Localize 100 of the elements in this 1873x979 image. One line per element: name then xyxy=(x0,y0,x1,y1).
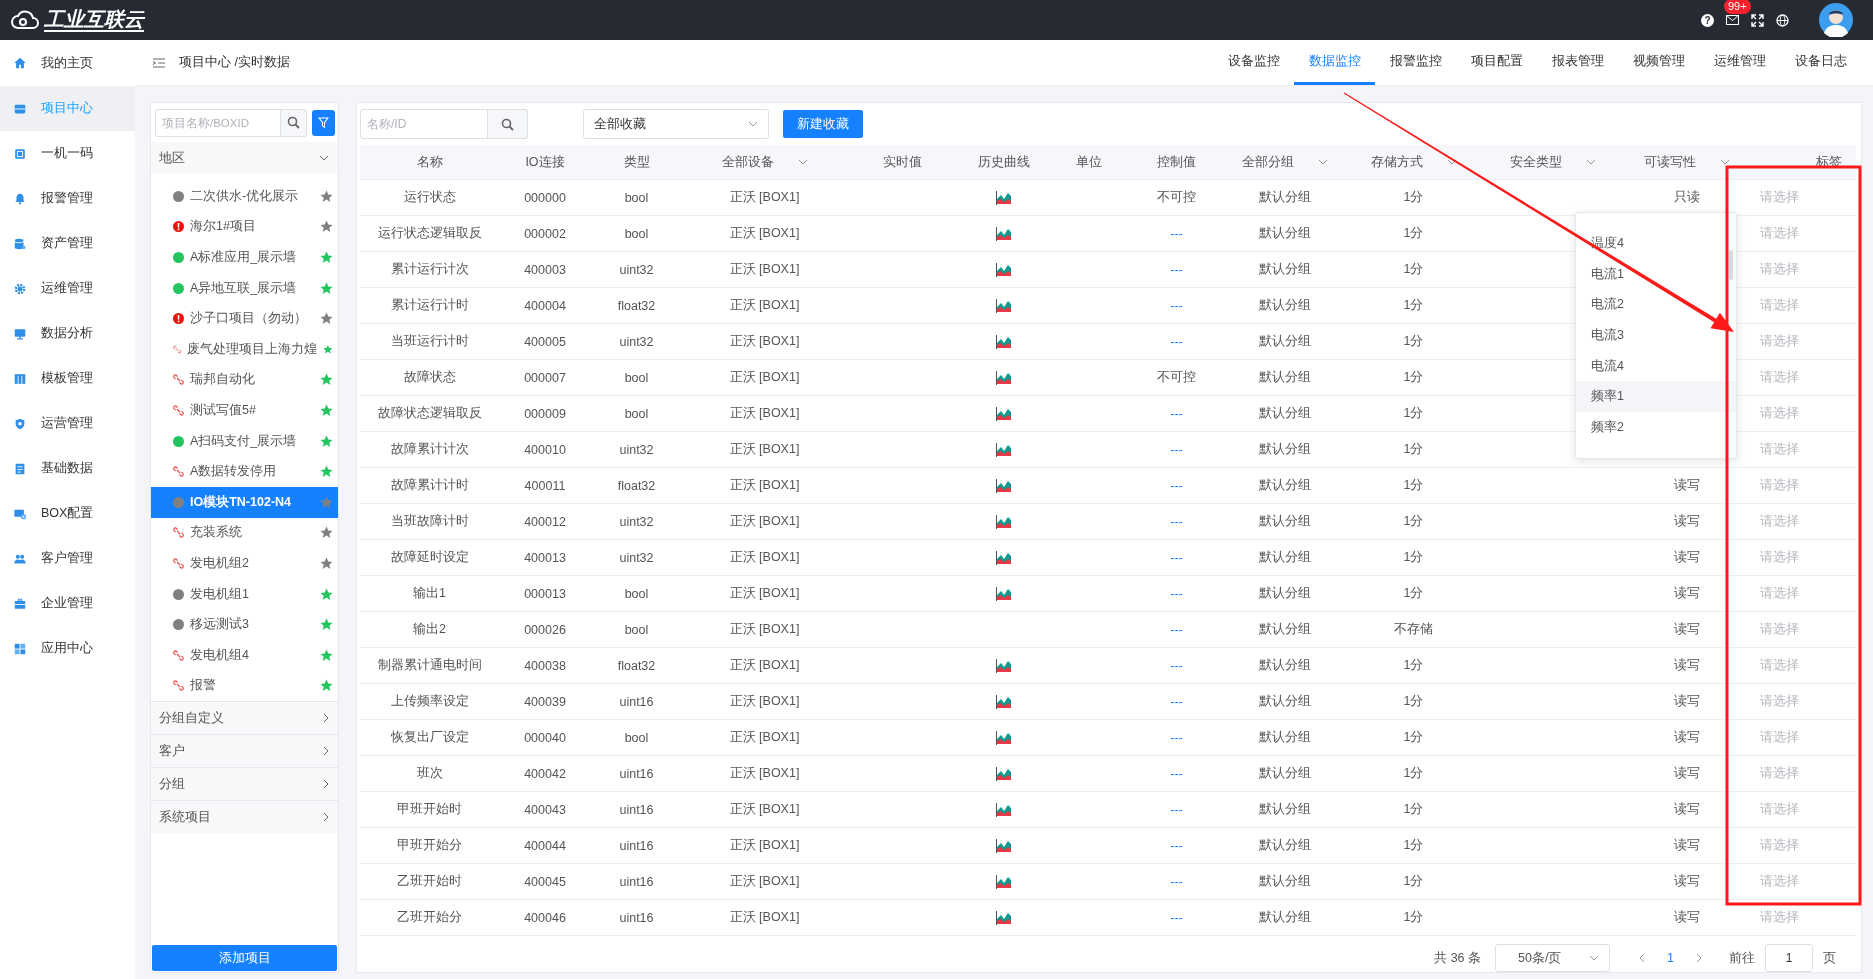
tab[interactable]: 视频管理 xyxy=(1618,40,1699,85)
control-link[interactable]: --- xyxy=(1170,802,1183,817)
area-chart-icon[interactable] xyxy=(996,910,1012,925)
name-search-field[interactable]: 名称/ID xyxy=(360,109,488,139)
control-link[interactable]: --- xyxy=(1170,694,1183,709)
control-link[interactable]: --- xyxy=(1170,550,1183,565)
area-chart-icon[interactable] xyxy=(996,802,1012,817)
project-item[interactable]: 瑞邦自动化 xyxy=(151,364,338,396)
avatar-icon[interactable] xyxy=(1819,3,1853,37)
project-item[interactable]: 废气处理项目上海力煌 xyxy=(151,333,338,365)
scrollbar-thumb[interactable] xyxy=(1729,250,1733,280)
nav-item[interactable]: 模板管理 xyxy=(0,356,135,401)
control-link[interactable]: --- xyxy=(1170,766,1183,781)
project-item[interactable]: 沙子口项目（勿动） xyxy=(151,303,338,334)
tab[interactable]: 报警监控 xyxy=(1375,40,1456,85)
nav-item[interactable]: 我的主页 xyxy=(0,40,135,86)
control-link[interactable]: --- xyxy=(1170,730,1183,745)
tab[interactable]: 设备日志 xyxy=(1780,40,1861,85)
control-link[interactable]: --- xyxy=(1170,514,1183,529)
group-header[interactable]: 分组 xyxy=(151,767,338,801)
star-icon[interactable] xyxy=(320,373,333,387)
project-item[interactable]: A异地互联_展示墙 xyxy=(151,272,338,304)
area-chart-icon[interactable] xyxy=(996,730,1012,745)
search-button[interactable] xyxy=(281,108,307,137)
chevron-down-icon[interactable] xyxy=(1719,159,1730,165)
project-item[interactable]: 发电机组4 xyxy=(151,639,338,671)
tab[interactable]: 设备监控 xyxy=(1213,40,1294,85)
tab[interactable]: 报表管理 xyxy=(1537,40,1618,85)
dropdown-option[interactable]: 频率1 xyxy=(1576,381,1736,413)
control-link[interactable]: --- xyxy=(1170,586,1183,601)
nav-item[interactable]: 资产管理 xyxy=(0,221,135,266)
project-item[interactable]: 二次供水-优化展示 xyxy=(151,181,338,212)
mail-icon[interactable] xyxy=(1726,15,1739,25)
control-link[interactable]: --- xyxy=(1170,442,1183,457)
nav-item[interactable]: BOX配置 xyxy=(0,491,135,536)
area-chart-icon[interactable] xyxy=(996,766,1012,781)
page-size-select[interactable]: 50条/页 xyxy=(1495,944,1611,972)
area-chart-icon[interactable] xyxy=(996,298,1012,313)
project-item[interactable]: A标准应用_展示墙 xyxy=(151,242,338,273)
area-chart-icon[interactable] xyxy=(996,190,1012,205)
new-favorite-button[interactable]: 新建收藏 xyxy=(783,110,863,138)
star-icon[interactable] xyxy=(320,648,333,662)
prev-page-icon[interactable] xyxy=(1638,953,1646,963)
project-item[interactable]: 发电机组1 xyxy=(151,578,338,610)
control-link[interactable]: --- xyxy=(1170,838,1183,853)
star-icon[interactable] xyxy=(320,251,333,264)
nav-item[interactable]: 一机一码 xyxy=(0,131,135,176)
area-chart-icon[interactable] xyxy=(996,406,1012,421)
star-icon[interactable] xyxy=(320,526,333,540)
tab[interactable]: 项目配置 xyxy=(1456,40,1537,85)
nav-item[interactable]: 运营管理 xyxy=(0,401,135,446)
area-chart-icon[interactable] xyxy=(996,442,1012,457)
project-item[interactable]: 发电机组2 xyxy=(151,548,338,579)
page-input[interactable]: 1 xyxy=(1765,944,1813,972)
star-icon[interactable] xyxy=(320,312,333,326)
help-icon[interactable]: ? xyxy=(1701,13,1714,27)
chevron-down-icon[interactable] xyxy=(1586,159,1596,165)
control-link[interactable]: --- xyxy=(1170,478,1183,493)
control-link[interactable]: --- xyxy=(1170,262,1183,277)
area-chart-icon[interactable] xyxy=(996,586,1012,601)
star-icon[interactable] xyxy=(320,403,333,417)
area-chart-icon[interactable] xyxy=(996,478,1012,493)
area-chart-icon[interactable] xyxy=(996,370,1012,385)
control-link[interactable]: --- xyxy=(1170,658,1183,673)
project-item[interactable]: 报警 xyxy=(151,670,338,702)
search-button[interactable] xyxy=(488,109,528,139)
star-icon[interactable] xyxy=(320,556,333,570)
fullscreen-icon[interactable] xyxy=(1751,13,1764,27)
filter-button[interactable] xyxy=(312,109,335,136)
nav-item[interactable]: 运维管理 xyxy=(0,266,135,311)
project-item[interactable]: 充装系统 xyxy=(151,517,338,549)
globe-icon[interactable] xyxy=(1776,13,1789,27)
area-chart-icon[interactable] xyxy=(996,226,1012,241)
project-item[interactable]: 测试写值5# xyxy=(151,395,338,426)
next-page-icon[interactable] xyxy=(1696,953,1703,963)
tab[interactable]: 运维管理 xyxy=(1699,40,1780,85)
dropdown-option[interactable]: 电流3 xyxy=(1576,320,1736,351)
nav-item[interactable]: 数据分析 xyxy=(0,311,135,356)
nav-item[interactable]: 报警管理 xyxy=(0,176,135,221)
star-icon[interactable] xyxy=(320,434,333,448)
control-link[interactable]: --- xyxy=(1170,406,1183,421)
area-chart-icon[interactable] xyxy=(996,334,1012,349)
star-icon[interactable] xyxy=(320,220,333,234)
favorites-select[interactable]: 全部收藏 xyxy=(583,109,769,139)
control-link[interactable]: --- xyxy=(1170,874,1183,889)
star-icon[interactable] xyxy=(320,495,333,509)
control-link[interactable]: --- xyxy=(1170,910,1183,925)
group-header[interactable]: 系统项目 xyxy=(151,800,338,834)
star-icon[interactable] xyxy=(320,189,333,203)
area-chart-icon[interactable] xyxy=(996,658,1012,673)
control-link[interactable]: --- xyxy=(1170,334,1183,349)
dropdown-option[interactable]: 电流4 xyxy=(1576,350,1736,382)
dropdown-option[interactable]: 频率2 xyxy=(1576,412,1736,443)
project-item[interactable]: 海尔1#项目 xyxy=(151,211,338,243)
area-chart-icon[interactable] xyxy=(996,874,1012,889)
control-link[interactable]: --- xyxy=(1170,226,1183,241)
chevron-down-icon[interactable] xyxy=(797,159,808,165)
dropdown-option[interactable]: 电流1 xyxy=(1576,258,1736,290)
nav-item[interactable]: 基础数据 xyxy=(0,446,135,491)
project-item[interactable]: A数据转发停用 xyxy=(151,456,338,487)
